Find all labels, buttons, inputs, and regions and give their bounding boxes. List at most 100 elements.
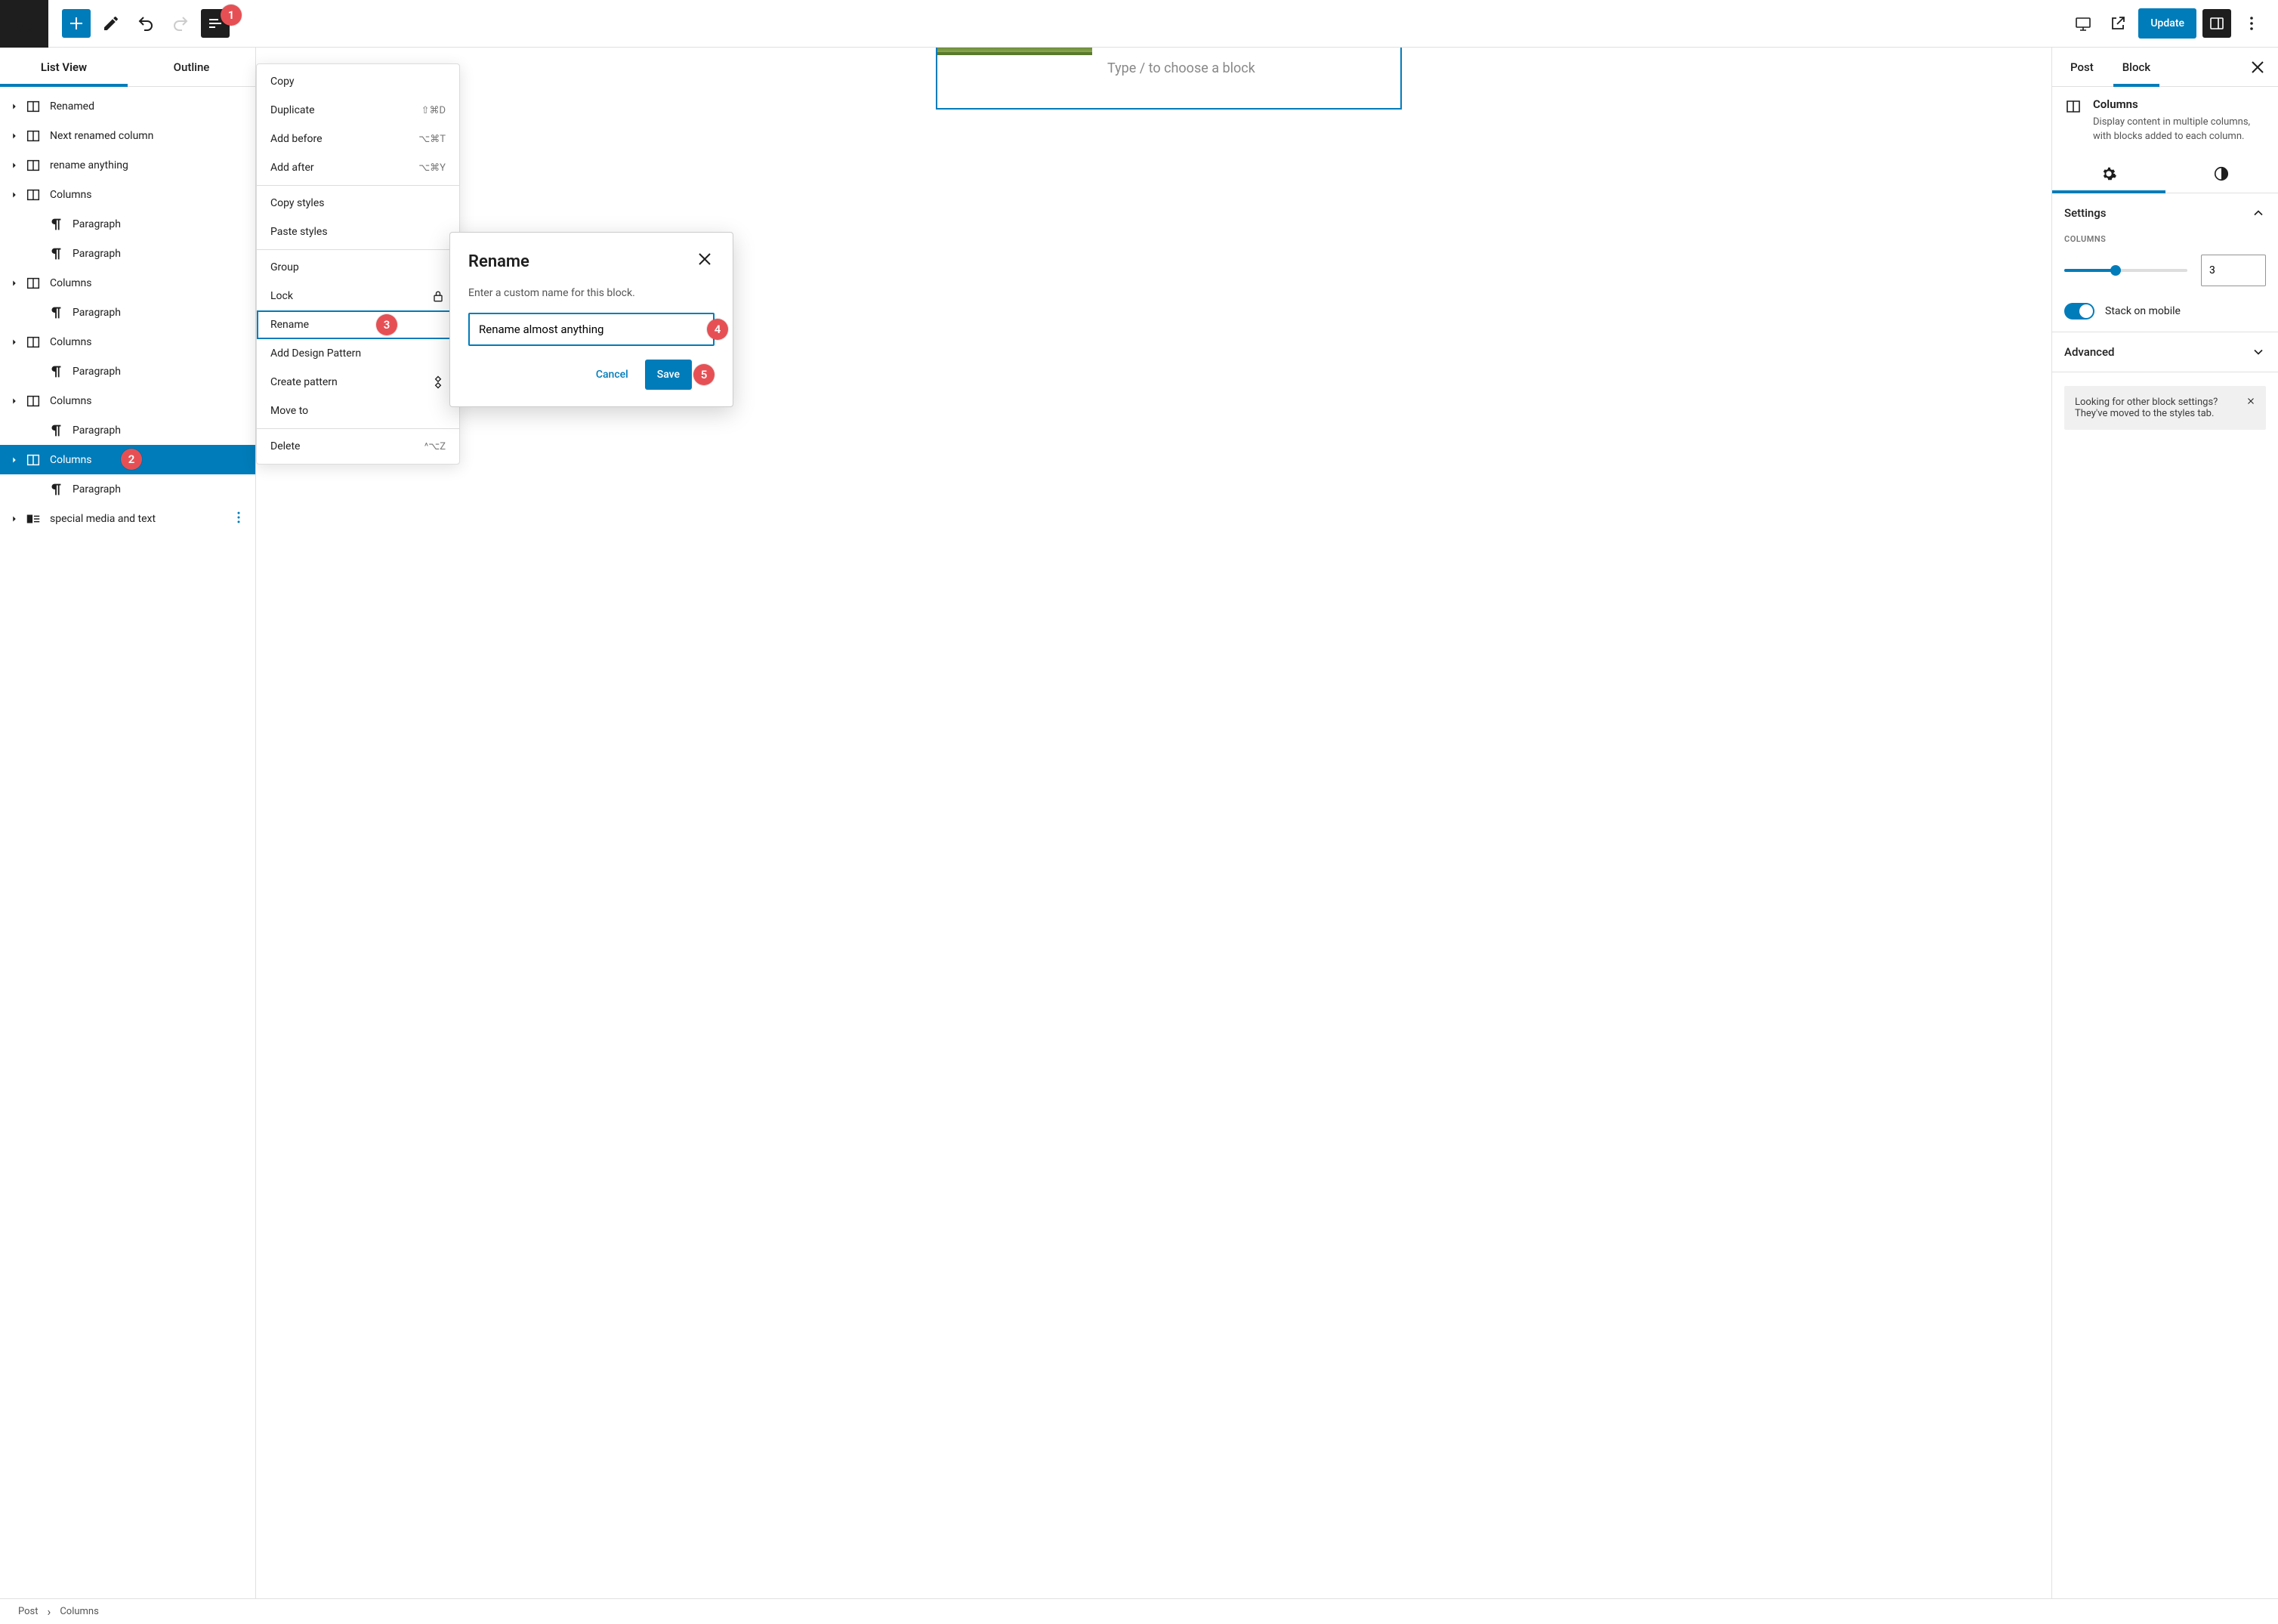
settings-section: Settings COLUMNS Stack on mobile (2052, 193, 2278, 332)
modal-title: Rename (468, 252, 529, 271)
caret-icon[interactable] (8, 160, 21, 171)
update-button[interactable]: Update (2138, 8, 2196, 39)
columns-icon (24, 156, 42, 174)
tree-item-label: Columns (50, 277, 91, 289)
tree-item-more[interactable] (231, 510, 246, 528)
redo-icon (171, 14, 190, 32)
tab-post[interactable]: Post (2064, 48, 2100, 86)
tree-item-paragraph[interactable]: Paragraph (0, 209, 255, 239)
tree-item-label: Columns (50, 189, 91, 201)
ctx-item-add-after[interactable]: Add after⌥⌘Y (257, 153, 459, 182)
tab-list-view[interactable]: List View (0, 48, 128, 86)
pattern-icon (431, 375, 446, 390)
undo-button[interactable] (131, 9, 160, 38)
tree-item-paragraph[interactable]: Paragraph (0, 298, 255, 327)
undo-icon (137, 14, 155, 32)
breadcrumb-item[interactable]: Columns (60, 1606, 99, 1617)
cancel-button[interactable]: Cancel (584, 360, 640, 390)
edit-mode-button[interactable] (97, 9, 125, 38)
tree-item-columns[interactable]: Columns2 (0, 445, 255, 474)
ctx-item-label: Paste styles (270, 226, 328, 238)
tree-item-paragraph[interactable]: Paragraph (0, 474, 255, 504)
tree-item-label: Paragraph (73, 366, 121, 378)
caret-icon[interactable] (8, 131, 21, 141)
save-button[interactable]: Save (645, 360, 692, 390)
ctx-item-copy-styles[interactable]: Copy styles (257, 189, 459, 218)
tree-item-columns[interactable]: Columns (0, 386, 255, 415)
tree-item-columns[interactable]: Columns (0, 268, 255, 298)
document-overview-panel: List View Outline RenamedNext renamed co… (0, 48, 256, 1598)
ctx-item-label: Create pattern (270, 376, 338, 388)
caret-icon[interactable] (8, 101, 21, 112)
tree-item-columns[interactable]: Columns (0, 327, 255, 357)
tree-item-paragraph[interactable]: Paragraph (0, 239, 255, 268)
columns-icon (24, 333, 42, 351)
chevron-up-icon[interactable] (2251, 205, 2266, 221)
wp-logo[interactable] (0, 0, 48, 48)
ctx-item-label: Copy (270, 76, 295, 88)
caret-icon[interactable] (8, 396, 21, 406)
tree-item-paragraph[interactable]: Paragraph (0, 357, 255, 386)
ctx-item-delete[interactable]: Delete^⌥Z (257, 432, 459, 461)
ctx-item-move-to[interactable]: Move to (257, 397, 459, 425)
tree-item-columns[interactable]: rename anything (0, 150, 255, 180)
columns-icon (24, 451, 42, 469)
tree-item-label: Paragraph (73, 218, 121, 230)
ctx-item-group[interactable]: Group (257, 253, 459, 282)
tree-item-columns[interactable]: Columns (0, 180, 255, 209)
close-icon (2249, 58, 2267, 76)
modal-close-button[interactable] (690, 245, 719, 273)
annotation-badge-5: 5 (693, 364, 715, 385)
tree-item-columns[interactable]: Next renamed column (0, 121, 255, 150)
preview-desktop-button[interactable] (2069, 9, 2097, 38)
caret-icon[interactable] (8, 455, 21, 465)
columns-count-input[interactable] (2201, 255, 2266, 286)
tab-outline[interactable]: Outline (128, 48, 255, 86)
columns-slider[interactable] (2064, 269, 2187, 272)
hint-dismiss-button[interactable] (2242, 392, 2260, 410)
tree-item-columns[interactable]: Renamed (0, 91, 255, 121)
rename-input[interactable] (468, 313, 715, 346)
ctx-item-paste-styles[interactable]: Paste styles (257, 218, 459, 246)
subtab-styles[interactable] (2165, 155, 2278, 193)
block-appender-hint[interactable]: Type / to choose a block (1092, 48, 1400, 108)
view-post-button[interactable] (2104, 9, 2132, 38)
columns-block-placeholder[interactable]: Type / to choose a block (936, 48, 1402, 110)
settings-sidebar-toggle[interactable] (2202, 9, 2231, 38)
ctx-item-add-design-pattern[interactable]: Add Design Pattern (257, 339, 459, 368)
caret-icon[interactable] (8, 514, 21, 524)
ctx-item-label: Lock (270, 290, 293, 302)
wp-icon (14, 13, 35, 34)
ctx-item-rename[interactable]: Rename3 (257, 310, 459, 339)
tree-item-label: Columns (50, 454, 91, 466)
inspector-close-button[interactable] (2243, 53, 2272, 82)
tree-item-label: Paragraph (73, 307, 121, 319)
gear-icon (2101, 165, 2117, 182)
block-context-menu: Copy Duplicate⇧⌘DAdd before⌥⌘TAdd after⌥⌘… (256, 63, 460, 465)
breadcrumb-item[interactable]: Post (18, 1606, 39, 1617)
add-block-button[interactable] (62, 9, 91, 38)
tree-item-label: Paragraph (73, 483, 121, 496)
redo-button[interactable] (166, 9, 195, 38)
editor-main: List View Outline RenamedNext renamed co… (0, 48, 2278, 1598)
caret-icon[interactable] (8, 337, 21, 347)
ctx-item-duplicate[interactable]: Duplicate⇧⌘D (257, 96, 459, 125)
ctx-item-create-pattern[interactable]: Create pattern (257, 368, 459, 397)
more-menu-button[interactable] (2237, 9, 2266, 38)
subtab-settings[interactable] (2052, 155, 2165, 193)
tree-item-media-text[interactable]: special media and text (0, 504, 255, 533)
ctx-item-add-before[interactable]: Add before⌥⌘T (257, 125, 459, 153)
tab-block[interactable]: Block (2116, 48, 2156, 86)
ctx-item-lock[interactable]: Lock (257, 282, 459, 310)
ctx-shortcut: ^⌥Z (424, 441, 446, 452)
stack-on-mobile-toggle[interactable] (2064, 303, 2094, 320)
ctx-shortcut: ⇧⌘D (421, 105, 446, 116)
tree-item-paragraph[interactable]: Paragraph (0, 415, 255, 445)
caret-icon[interactable] (8, 190, 21, 200)
columns-icon (24, 274, 42, 292)
caret-icon[interactable] (8, 278, 21, 289)
ctx-item-copy[interactable]: Copy (257, 67, 459, 96)
advanced-section[interactable]: Advanced (2052, 332, 2278, 372)
block-tree: RenamedNext renamed columnrename anythin… (0, 87, 255, 1598)
stack-on-mobile-label: Stack on mobile (2105, 305, 2181, 317)
